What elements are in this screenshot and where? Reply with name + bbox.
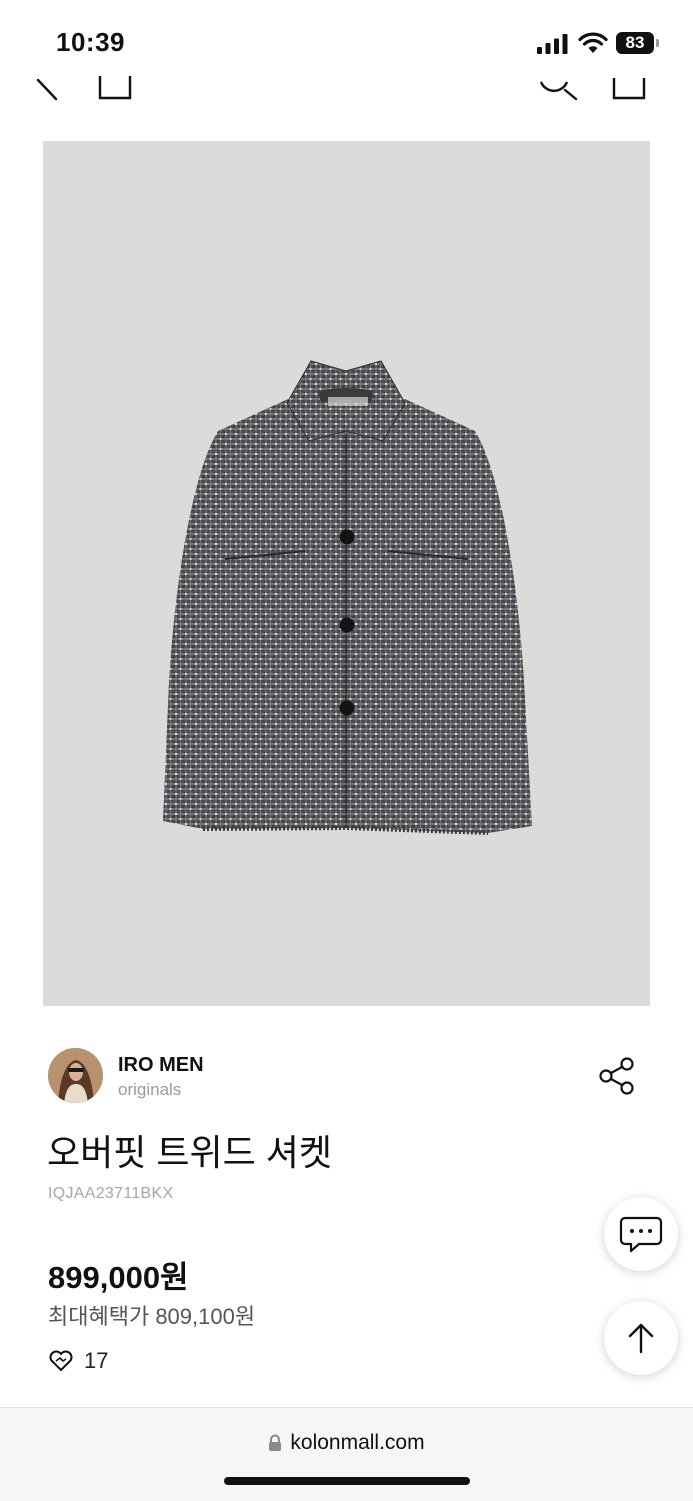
lock-icon [269, 1434, 282, 1451]
wifi-icon [578, 32, 608, 53]
jacket-illustration [163, 360, 532, 835]
back-icon[interactable] [36, 72, 60, 102]
share-icon [599, 1057, 634, 1095]
battery-icon: 83 [616, 32, 660, 54]
home-icon[interactable] [98, 72, 132, 102]
heart-icon [49, 1350, 73, 1371]
browser-url-bar[interactable]: kolonmall.com [0, 1407, 693, 1501]
home-indicator[interactable] [224, 1477, 470, 1485]
url-text[interactable]: kolonmall.com [290, 1431, 424, 1455]
chat-button[interactable] [604, 1197, 678, 1271]
max-benefit-price: 최대혜택가 809,100원 [48, 1304, 256, 1329]
arrow-up-icon [628, 1323, 654, 1354]
brand-subtitle: originals [118, 1080, 182, 1099]
status-time: 10:39 [56, 27, 125, 57]
cellular-signal-icon [537, 34, 568, 54]
scroll-to-top-button[interactable] [604, 1301, 678, 1375]
brand-name[interactable]: IRO MEN [118, 1054, 204, 1077]
product-price: 899,000원 [48, 1260, 189, 1295]
product-image[interactable] [43, 141, 650, 1006]
battery-level: 83 [616, 32, 654, 54]
cart-icon[interactable] [612, 72, 646, 102]
status-bar: 10:39 83 [0, 0, 693, 80]
product-title: 오버핏 트위드 셔켓 [47, 1132, 332, 1173]
product-code: IQJAA23711BKX [48, 1185, 174, 1202]
search-icon[interactable] [538, 72, 580, 102]
share-button[interactable] [596, 1054, 640, 1098]
brand-avatar[interactable] [48, 1048, 103, 1103]
like-count: 17 [84, 1348, 109, 1373]
top-nav [0, 72, 693, 112]
chat-icon [619, 1216, 663, 1253]
like-button[interactable]: 17 [48, 1348, 108, 1374]
avatar-photo [48, 1048, 103, 1103]
